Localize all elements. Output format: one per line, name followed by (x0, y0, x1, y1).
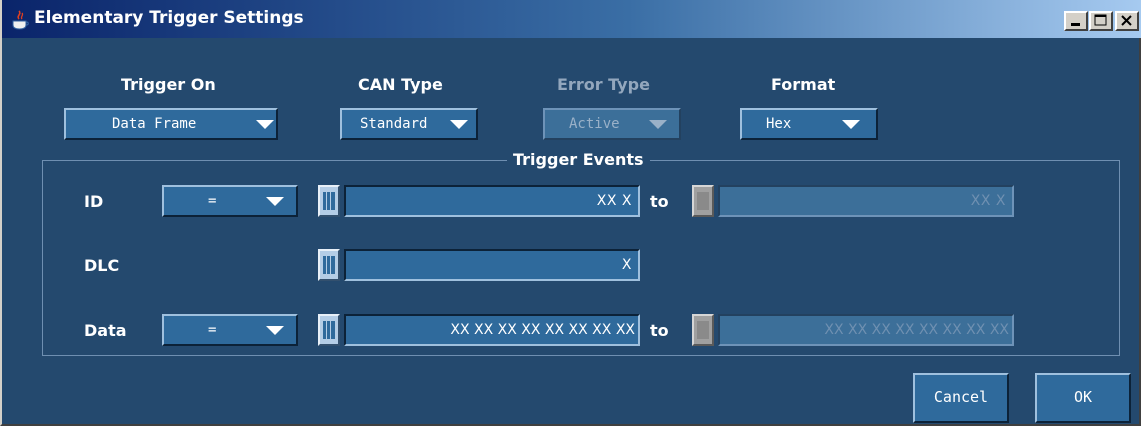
chevron-down-icon (649, 120, 667, 129)
data-value-field[interactable]: XX XX XX XX XX XX XX XX (344, 314, 640, 346)
format-label: Format (771, 75, 836, 94)
data-label: Data (84, 321, 127, 340)
maximize-button[interactable] (1089, 11, 1113, 31)
id-label: ID (84, 192, 104, 211)
format-value: Hex (766, 116, 792, 132)
id-to-keypad-button (692, 185, 714, 217)
error-type-dropdown: Active (543, 108, 681, 140)
maximize-icon (1094, 14, 1107, 26)
data-value: XX XX XX XX XX XX XX XX (450, 322, 635, 338)
id-operator-dropdown[interactable]: = (162, 185, 298, 217)
data-keypad-button[interactable] (318, 314, 340, 346)
id-value-field[interactable]: XX X (344, 185, 640, 217)
keypad-icon (323, 321, 335, 339)
trigger-on-label: Trigger On (121, 75, 216, 94)
trigger-on-value: Data Frame (112, 116, 197, 132)
id-operator-value: = (208, 193, 217, 209)
close-icon (1121, 15, 1132, 26)
can-type-value: Standard (360, 116, 428, 132)
data-to-value: XX XX XX XX XX XX XX XX (824, 322, 1009, 338)
dlc-value-field[interactable]: X (344, 249, 640, 281)
can-type-dropdown[interactable]: Standard (340, 108, 478, 140)
dlc-label: DLC (84, 256, 120, 275)
data-to-value-field: XX XX XX XX XX XX XX XX (718, 314, 1014, 346)
keypad-icon (323, 256, 335, 274)
keypad-icon (697, 192, 709, 210)
id-to-value-field: XX X (718, 185, 1014, 217)
error-type-label: Error Type (557, 75, 650, 94)
cancel-button[interactable]: Cancel (913, 373, 1009, 423)
dlc-value: X (621, 257, 632, 273)
java-app-icon (12, 10, 29, 30)
trigger-on-dropdown[interactable]: Data Frame (64, 108, 278, 140)
minimize-button[interactable] (1064, 11, 1088, 31)
window-title: Elementary Trigger Settings (34, 8, 304, 28)
can-type-label: CAN Type (358, 75, 443, 94)
data-operator-dropdown[interactable]: = (162, 314, 298, 346)
data-to-label: to (650, 321, 669, 340)
ok-button[interactable]: OK (1035, 373, 1131, 423)
id-keypad-button[interactable] (318, 185, 340, 217)
data-to-keypad-button (692, 314, 714, 346)
minimize-icon (1071, 23, 1080, 26)
title-bar[interactable]: Elementary Trigger Settings (2, 0, 1141, 38)
id-value: XX X (596, 193, 632, 209)
chevron-down-icon (842, 120, 860, 129)
chevron-down-icon (256, 120, 274, 129)
id-to-value: XX X (970, 193, 1006, 209)
dialog-window: Elementary Trigger Settings Trigger On C… (0, 0, 1141, 426)
close-button[interactable] (1115, 11, 1139, 31)
trigger-events-title: Trigger Events (507, 150, 650, 169)
keypad-icon (323, 192, 335, 210)
chevron-down-icon (266, 197, 284, 206)
data-operator-value: = (208, 322, 217, 338)
error-type-value: Active (569, 116, 620, 132)
keypad-icon (697, 321, 709, 339)
format-dropdown[interactable]: Hex (740, 108, 878, 140)
id-to-label: to (650, 192, 669, 211)
chevron-down-icon (450, 120, 468, 129)
chevron-down-icon (266, 326, 284, 335)
dlc-keypad-button[interactable] (318, 249, 340, 281)
